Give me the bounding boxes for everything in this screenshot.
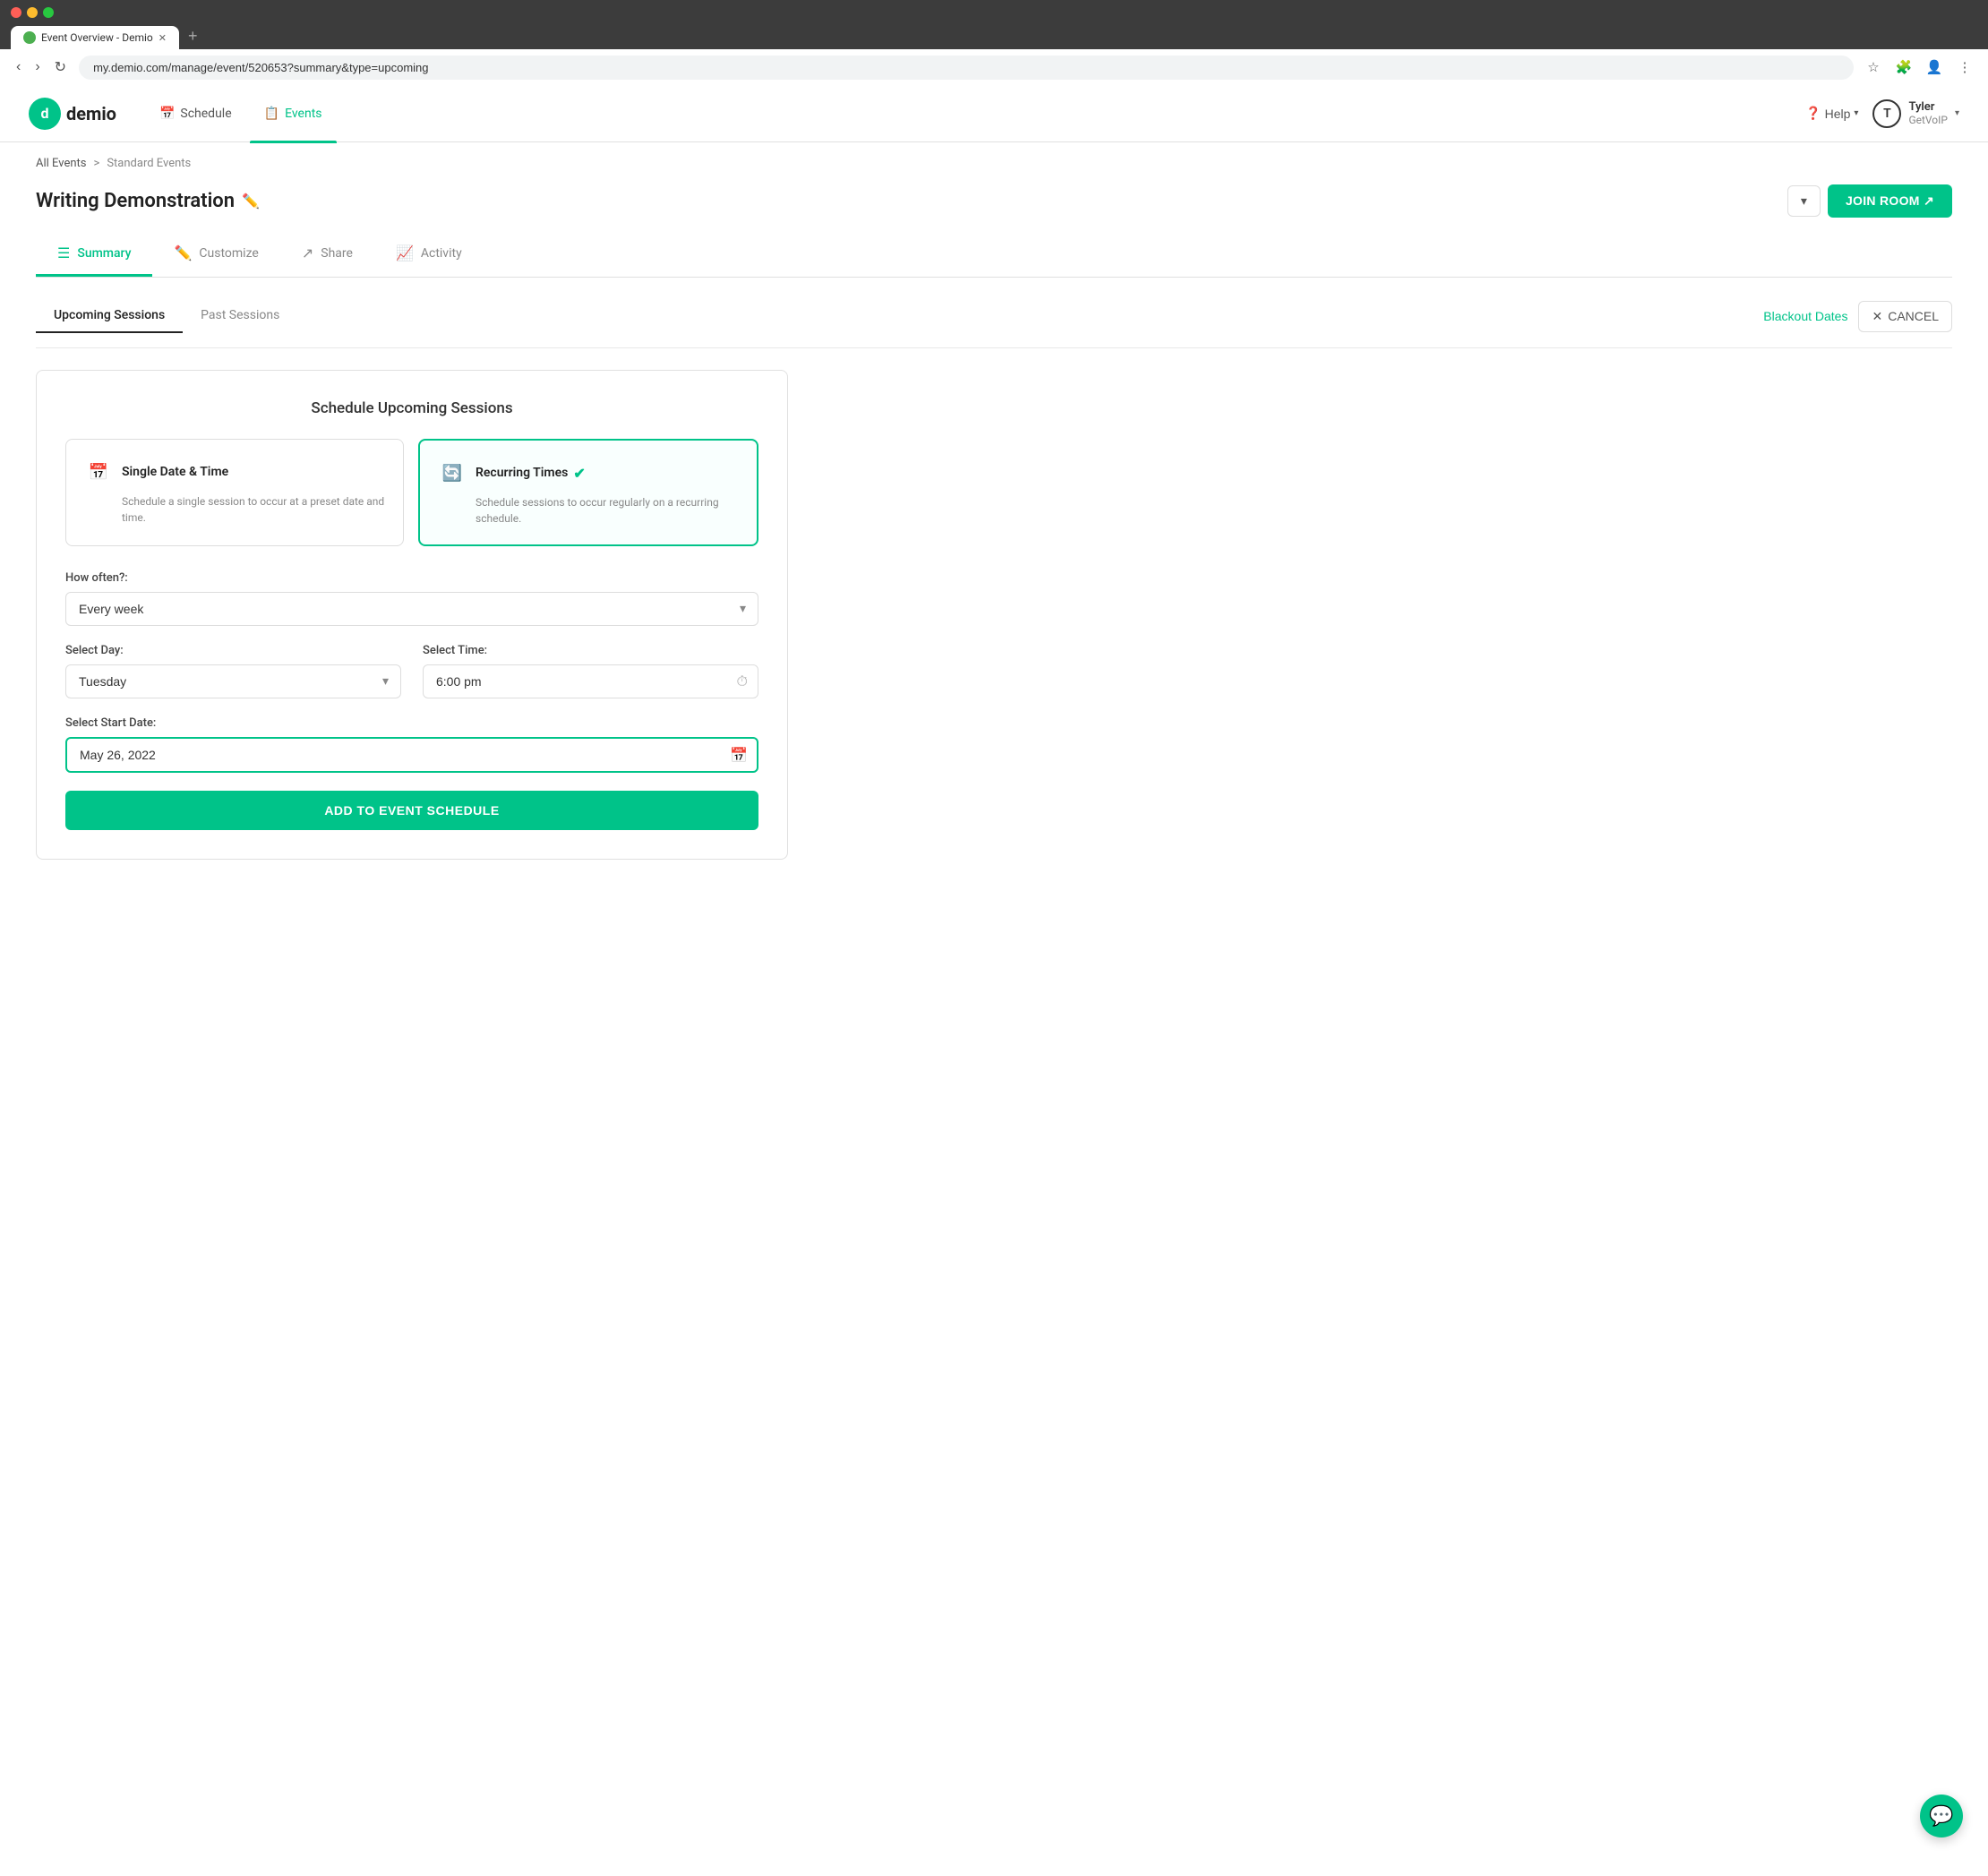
- extensions-icon[interactable]: 🧩: [1891, 55, 1916, 80]
- share-tab-icon: ↗: [302, 244, 313, 261]
- breadcrumb-separator: >: [94, 157, 100, 170]
- recurring-times-title: Recurring Times ✔: [476, 465, 586, 482]
- blackout-dates-button[interactable]: Blackout Dates: [1763, 309, 1847, 323]
- session-actions: Blackout Dates ✕ CANCEL: [1763, 301, 1952, 332]
- app-logo: d demio: [29, 98, 116, 130]
- user-org: GetVoIP: [1908, 114, 1948, 126]
- help-chevron-icon: ▾: [1854, 108, 1858, 118]
- cancel-button[interactable]: ✕ CANCEL: [1858, 301, 1952, 332]
- tab-customize-label: Customize: [199, 246, 258, 261]
- url-bar[interactable]: [79, 56, 1854, 80]
- chat-fab-icon: 💬: [1929, 1805, 1953, 1828]
- select-time-input[interactable]: [423, 664, 758, 698]
- new-tab-button[interactable]: +: [181, 23, 205, 49]
- calendar-icon[interactable]: 📅: [730, 747, 748, 764]
- recurring-check-icon: ✔: [573, 465, 585, 482]
- user-menu[interactable]: T Tyler GetVoIP ▾: [1872, 99, 1959, 128]
- tab-customize[interactable]: ✏️ Customize: [152, 232, 279, 277]
- single-date-option-card[interactable]: 📅 Single Date & Time Schedule a single s…: [65, 439, 404, 546]
- help-label: Help: [1825, 107, 1851, 121]
- refresh-button[interactable]: ↻: [49, 56, 72, 78]
- events-nav-icon: 📋: [264, 107, 279, 121]
- logo-text: demio: [66, 103, 116, 124]
- option-cards: 📅 Single Date & Time Schedule a single s…: [65, 439, 758, 546]
- main-tabs: ☰ Summary ✏️ Customize ↗ Share 📈 Activit…: [36, 232, 1952, 278]
- tab-summary-label: Summary: [77, 246, 131, 261]
- breadcrumb: All Events > Standard Events: [36, 142, 1952, 177]
- user-avatar: T: [1872, 99, 1901, 128]
- add-to-event-schedule-button[interactable]: ADD TO EVENT SCHEDULE: [65, 791, 758, 830]
- nav-schedule[interactable]: 📅 Schedule: [145, 99, 246, 128]
- select-time-group: Select Time: ⏱: [423, 644, 758, 698]
- forward-button[interactable]: ›: [30, 56, 45, 78]
- select-day-group: Select Day: Monday Tuesday Wednesday Thu…: [65, 644, 401, 698]
- tab-share-label: Share: [321, 246, 353, 261]
- join-room-button[interactable]: JOIN ROOM ↗: [1828, 184, 1952, 218]
- nav-schedule-label: Schedule: [180, 107, 231, 121]
- user-name: Tyler: [1908, 100, 1948, 114]
- customize-tab-icon: ✏️: [174, 244, 192, 261]
- breadcrumb-all-events[interactable]: All Events: [36, 157, 87, 170]
- help-button[interactable]: ❓ Help ▾: [1805, 106, 1858, 121]
- browser-close-button[interactable]: [11, 7, 21, 18]
- tab-activity-label: Activity: [421, 246, 462, 261]
- favicon-icon: [23, 31, 36, 44]
- recurring-times-icon: 🔄: [438, 458, 467, 487]
- sessions-header: Upcoming Sessions Past Sessions Blackout…: [36, 299, 1952, 348]
- session-tabs: Upcoming Sessions Past Sessions: [36, 299, 297, 333]
- browser-minimize-button[interactable]: [27, 7, 38, 18]
- summary-tab-icon: ☰: [57, 244, 70, 261]
- tab-summary[interactable]: ☰ Summary: [36, 232, 152, 277]
- browser-maximize-button[interactable]: [43, 7, 54, 18]
- schedule-box: Schedule Upcoming Sessions 📅 Single Date…: [36, 370, 788, 860]
- title-dropdown-button[interactable]: ▾: [1787, 185, 1821, 217]
- select-start-date-label: Select Start Date:: [65, 716, 758, 730]
- edit-title-icon[interactable]: ✏️: [242, 193, 260, 210]
- schedule-nav-icon: 📅: [159, 107, 175, 121]
- profile-icon[interactable]: 👤: [1922, 55, 1947, 80]
- cancel-x-icon: ✕: [1872, 309, 1882, 324]
- how-often-select[interactable]: Every week Every day Every month: [65, 592, 758, 626]
- select-start-date-group: Select Start Date: 📅: [65, 716, 758, 773]
- single-date-title: Single Date & Time: [122, 465, 228, 479]
- tab-share[interactable]: ↗ Share: [280, 232, 374, 277]
- bookmark-icon[interactable]: ☆: [1861, 55, 1886, 80]
- help-icon: ❓: [1805, 106, 1821, 121]
- recurring-times-desc: Schedule sessions to occur regularly on …: [476, 494, 739, 527]
- how-often-label: How often?:: [65, 571, 758, 585]
- main-nav: 📅 Schedule 📋 Events: [145, 99, 337, 128]
- logo-icon: d: [29, 98, 61, 130]
- tab-close-icon[interactable]: ✕: [159, 32, 167, 44]
- past-sessions-tab[interactable]: Past Sessions: [183, 299, 297, 333]
- tab-title: Event Overview - Demio: [41, 31, 153, 44]
- back-button[interactable]: ‹: [11, 56, 26, 78]
- page-title: Writing Demonstration ✏️: [36, 190, 260, 212]
- breadcrumb-current: Standard Events: [107, 157, 191, 170]
- nav-events[interactable]: 📋 Events: [250, 99, 337, 128]
- activity-tab-icon: 📈: [396, 244, 414, 261]
- select-day-select[interactable]: Monday Tuesday Wednesday Thursday Friday…: [65, 664, 401, 698]
- select-day-label: Select Day:: [65, 644, 401, 657]
- how-often-group: How often?: Every week Every day Every m…: [65, 571, 758, 626]
- recurring-times-option-card[interactable]: 🔄 Recurring Times ✔ Schedule sessions to…: [418, 439, 758, 546]
- schedule-title: Schedule Upcoming Sessions: [65, 399, 758, 417]
- upcoming-sessions-tab[interactable]: Upcoming Sessions: [36, 299, 183, 333]
- select-time-label: Select Time:: [423, 644, 758, 657]
- time-clock-icon: ⏱: [737, 672, 748, 690]
- select-start-date-input[interactable]: [65, 737, 758, 773]
- chat-fab-button[interactable]: 💬: [1920, 1795, 1963, 1837]
- cancel-label: CANCEL: [1888, 309, 1939, 323]
- nav-events-label: Events: [285, 107, 321, 121]
- tab-activity[interactable]: 📈 Activity: [374, 232, 484, 277]
- single-date-desc: Schedule a single session to occur at a …: [122, 493, 385, 526]
- user-menu-chevron-icon: ▾: [1955, 108, 1959, 118]
- page-title-text: Writing Demonstration: [36, 190, 235, 212]
- single-date-icon: 📅: [84, 458, 113, 486]
- more-options-icon[interactable]: ⋮: [1952, 55, 1977, 80]
- browser-tab[interactable]: Event Overview - Demio ✕: [11, 26, 179, 49]
